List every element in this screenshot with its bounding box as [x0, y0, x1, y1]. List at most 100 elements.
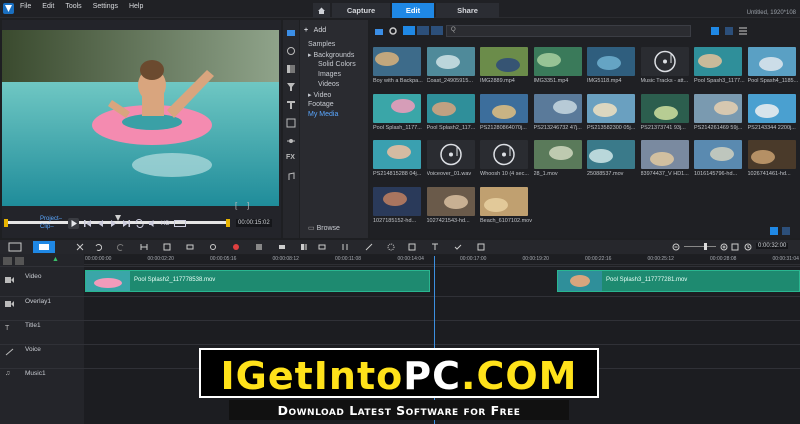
zoom-slider-handle[interactable]: [704, 243, 707, 250]
media-thumbnail[interactable]: Pool Spash4_1185...: [747, 47, 798, 85]
mark-out-bracket[interactable]: ]: [247, 201, 249, 210]
undo-icon[interactable]: [94, 243, 102, 251]
media-thumbnail[interactable]: Whoosh 10 (4 sec...: [480, 140, 529, 178]
media-thumbnail[interactable]: Pool Splash_1177...: [373, 93, 422, 132]
menu-file[interactable]: File: [20, 3, 31, 10]
repeat-button[interactable]: [135, 218, 144, 229]
marker-icon[interactable]: ▲: [52, 256, 59, 263]
transition-icon[interactable]: [286, 64, 296, 74]
subtitle-icon[interactable]: [318, 243, 326, 251]
grid-view-icon[interactable]: [724, 26, 734, 36]
audio-mixer-icon[interactable]: [341, 243, 349, 251]
motion-icon[interactable]: [286, 136, 296, 146]
transform-icon[interactable]: [408, 243, 416, 251]
tab-edit[interactable]: Edit: [392, 3, 434, 18]
browse-button[interactable]: ▭ Browse: [308, 224, 340, 232]
lasso-icon[interactable]: [387, 243, 395, 251]
instant-project-icon[interactable]: [286, 46, 296, 56]
media-thumbnail[interactable]: IMG2889.mp4: [480, 47, 528, 85]
media-thumbnail[interactable]: IMG5118.mp4: [587, 47, 635, 85]
media-thumbnail[interactable]: PS21280864070j...: [480, 93, 528, 132]
end-button[interactable]: [122, 219, 131, 228]
media-thumbnail[interactable]: IMG3351.mp4: [533, 47, 582, 85]
storyboard-view-button[interactable]: [8, 242, 22, 252]
zoom-out-icon[interactable]: [672, 243, 680, 251]
motion-track-icon[interactable]: [209, 243, 217, 251]
timeline-view-button[interactable]: [33, 241, 55, 253]
video-clip[interactable]: Pool Splash2_117778538.mov: [85, 270, 430, 292]
aspect-button[interactable]: [173, 219, 186, 228]
menu-edit[interactable]: Edit: [42, 3, 54, 10]
tab-share[interactable]: Share: [436, 3, 499, 18]
audio-icon[interactable]: [286, 172, 296, 182]
settings-gear-icon[interactable]: [388, 26, 398, 36]
media-thumbnail[interactable]: 1026741461-hd...: [747, 140, 796, 178]
nav-samples[interactable]: Samples: [308, 41, 335, 48]
media-thumbnail[interactable]: 28_1.mov: [533, 140, 582, 178]
play-button[interactable]: [68, 218, 79, 229]
player-timecode[interactable]: 00:00:15:02: [236, 219, 272, 227]
menu-help[interactable]: Help: [129, 3, 143, 10]
nav-footage[interactable]: Footage: [308, 101, 334, 108]
checkmark-icon[interactable]: [454, 243, 462, 251]
media-thumbnail[interactable]: Voiceover_01.wav: [426, 140, 475, 178]
media-icon[interactable]: [286, 28, 296, 38]
volume-button[interactable]: [148, 219, 157, 228]
redo-icon[interactable]: [117, 243, 125, 251]
tab-capture[interactable]: Capture: [332, 3, 390, 18]
sort-icon[interactable]: [738, 26, 748, 36]
menu-settings[interactable]: Settings: [93, 3, 118, 10]
library-search-input[interactable]: Q: [446, 25, 691, 37]
zoom-thumbnails-icon[interactable]: [770, 226, 792, 236]
preview-video[interactable]: [2, 30, 279, 206]
media-thumbnail[interactable]: Beach_6107102.mov: [480, 186, 532, 225]
media-thumbnail[interactable]: 1027185152-hd...: [373, 186, 421, 225]
media-thumbnail[interactable]: PS213582300 05j...: [587, 93, 635, 132]
import-folder-icon[interactable]: [374, 26, 384, 36]
mask-icon[interactable]: [255, 243, 263, 251]
filter-icon[interactable]: [286, 82, 296, 92]
auto-music-icon[interactable]: [365, 243, 373, 251]
pan-zoom-icon[interactable]: [186, 243, 194, 251]
project-mode-label[interactable]: Project–: [40, 216, 62, 222]
add-folder-button[interactable]: + Add: [304, 27, 326, 34]
crop-icon[interactable]: [163, 243, 171, 251]
media-thumbnail[interactable]: PS213246732 47j...: [533, 93, 582, 132]
filter-video-button[interactable]: [403, 26, 415, 35]
media-thumbnail[interactable]: Boy with a Backpa...: [373, 47, 423, 85]
video-clip[interactable]: Pool Splash3_117777281.mov: [557, 270, 800, 292]
record-icon[interactable]: [232, 243, 240, 251]
trim-icon[interactable]: [140, 243, 148, 251]
hd-toggle[interactable]: HD: [161, 221, 170, 227]
zoom-in-icon[interactable]: [720, 243, 728, 251]
nav-backgrounds[interactable]: ▸ Backgrounds: [308, 51, 354, 59]
mark-in-bracket[interactable]: [: [235, 201, 237, 210]
prev-frame-button[interactable]: [96, 219, 105, 228]
list-view-icon[interactable]: [710, 26, 720, 36]
media-thumbnail[interactable]: 25088537.mov: [587, 140, 635, 178]
nav-images[interactable]: Images: [318, 71, 341, 78]
home-tab[interactable]: [313, 3, 330, 18]
tools-icon[interactable]: [76, 243, 84, 251]
filter-image-button[interactable]: [417, 26, 429, 35]
media-thumbnail[interactable]: PS214261469 59j...: [694, 93, 742, 132]
media-thumbnail[interactable]: Coast_24905915...: [426, 47, 475, 85]
media-thumbnail[interactable]: PS21373741 93j...: [640, 93, 689, 132]
title-icon[interactable]: [286, 100, 296, 110]
media-thumbnail[interactable]: Pool Splash2_117...: [426, 93, 475, 132]
graphics-icon[interactable]: [286, 118, 296, 128]
media-thumbnail[interactable]: 1027421543-hd...: [426, 186, 475, 225]
menu-tools[interactable]: Tools: [65, 3, 81, 10]
media-thumbnail[interactable]: PS214815288 04j...: [373, 140, 421, 178]
nav-solid-colors[interactable]: Solid Colors: [318, 61, 356, 68]
fx-icon[interactable]: FX: [286, 154, 296, 164]
media-thumbnail[interactable]: 83974437_V HD1...: [640, 140, 689, 178]
media-thumbnail[interactable]: PS2143344 2200j...: [747, 93, 796, 132]
track-manager-icon[interactable]: [3, 257, 12, 265]
chapter-icon[interactable]: [477, 243, 485, 251]
filter-audio-button[interactable]: [431, 26, 443, 35]
next-frame-button[interactable]: [109, 219, 118, 228]
multicam-icon[interactable]: [278, 243, 286, 251]
text-icon[interactable]: [431, 243, 439, 251]
media-thumbnail[interactable]: Music Tracks - att...: [640, 47, 689, 85]
